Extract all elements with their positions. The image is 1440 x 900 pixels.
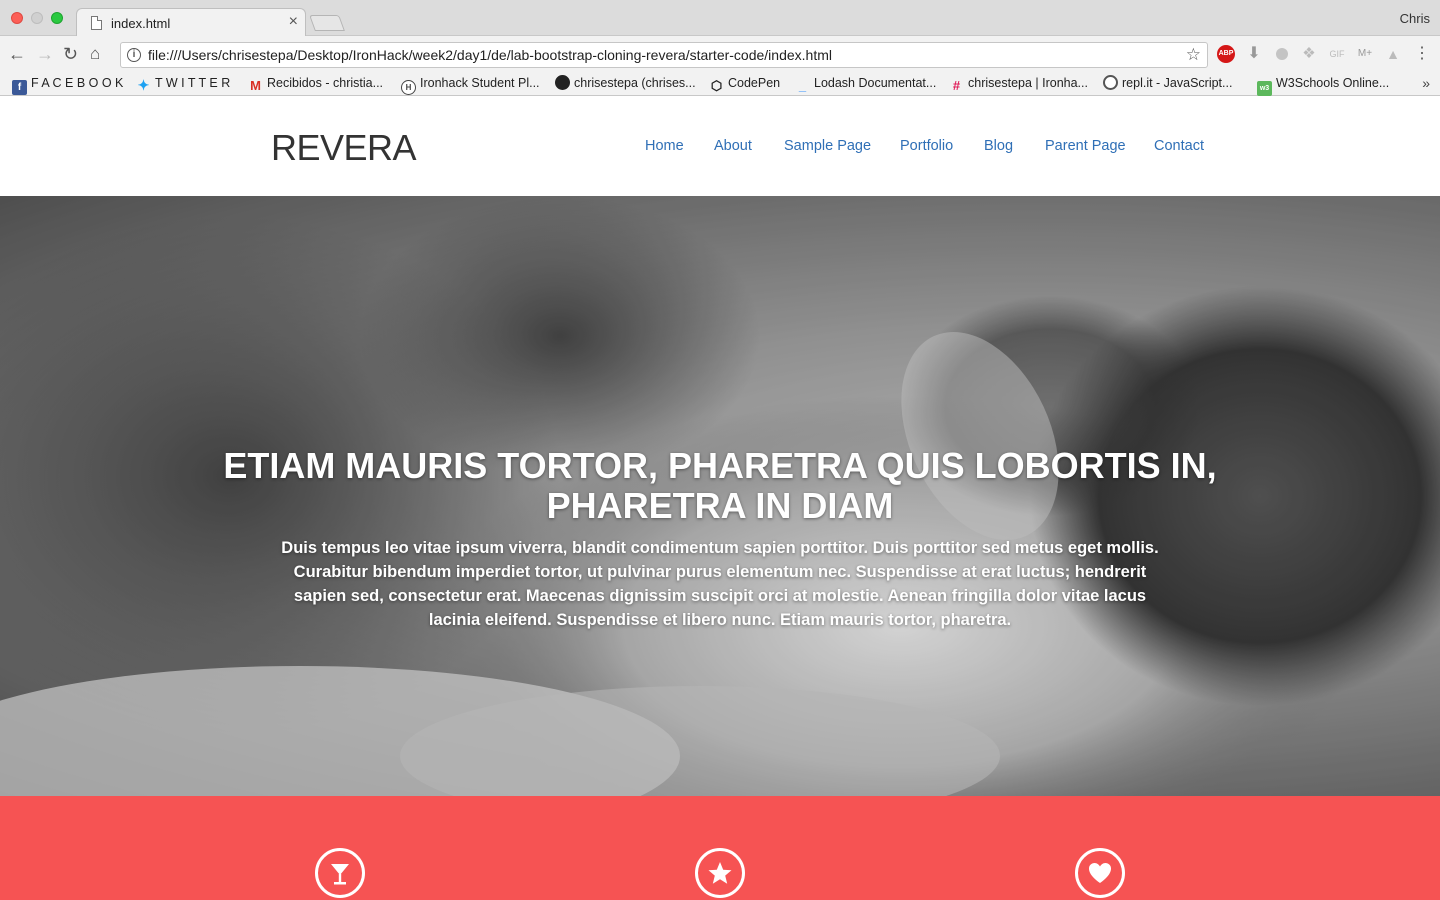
nav-link-about[interactable]: About [714,138,752,154]
bookmarks-bar: f F A C E B O O K ✦ T W I T T E R M Recibid… [0,72,1440,96]
star-icon [695,848,745,898]
bookmark-label: chrisestepa | Ironha... [968,76,1088,90]
bookmark-item[interactable]: H Ironhack Student Pl... [401,75,540,95]
new-tab-button[interactable] [309,15,345,31]
maximize-window-button[interactable] [51,12,63,24]
heart-icon [1075,848,1125,898]
nav-link-home[interactable]: Home [645,138,684,154]
main-navigation: Home About Sample Page Portfolio Blog Pa… [0,138,1440,158]
slack-icon: # [952,78,961,93]
address-bar[interactable]: i file:///Users/chrisestepa/Desktop/Iron… [120,42,1208,68]
nav-link-portfolio[interactable]: Portfolio [900,138,953,154]
close-window-button[interactable] [11,12,23,24]
browser-toolbar: ← → ↻ ⌂ i file:///Users/chrisestepa/Desk… [0,36,1440,72]
reload-icon[interactable]: ↻ [63,44,78,64]
back-arrow-icon[interactable]: ← [8,44,26,64]
tab-close-icon[interactable]: × [289,13,298,31]
extension-icon[interactable] [1273,45,1291,63]
bookmark-item[interactable]: chrisestepa (chrises... [555,75,696,91]
extension-icon[interactable]: M+ [1356,45,1374,63]
facebook-icon: f [12,80,27,95]
bookmark-label: Recibidos - christia... [267,76,384,90]
replit-icon [1103,75,1118,90]
bookmark-label: F A C E B O O K [31,76,124,90]
bookmarks-overflow-chevron[interactable]: » [1422,75,1430,91]
dropbox-icon[interactable]: ❖ [1300,45,1318,63]
drive-icon[interactable]: ▲ [1384,45,1402,63]
hero-section: ETIAM MAURIS TORTOR, PHARETRA QUIS LOBOR… [0,196,1440,796]
twitter-icon: ✦ [137,77,150,93]
bookmark-label: W3Schools Online... [1276,76,1390,90]
bookmark-item[interactable]: ✦ T W I T T E R [136,75,231,93]
github-icon [555,75,570,90]
home-icon[interactable]: ⌂ [90,44,100,64]
bookmark-item[interactable]: fF A C E B O O K [12,75,123,95]
download-icon[interactable]: ⬇ [1245,45,1263,63]
page-icon [91,16,102,30]
nav-link-blog[interactable]: Blog [984,138,1013,154]
bookmark-label: repl.it - JavaScript... [1122,76,1233,90]
forward-arrow-icon[interactable]: → [36,44,54,64]
tab-title: index.html [111,16,171,31]
bookmark-item[interactable]: _ Lodash Documentat... [795,75,936,93]
browser-tab[interactable]: index.html × [76,8,306,37]
nav-link-contact[interactable]: Contact [1154,138,1204,154]
address-url[interactable]: file:///Users/chrisestepa/Desktop/IronHa… [148,47,832,63]
info-icon[interactable]: i [127,48,141,62]
nav-link-parent-page[interactable]: Parent Page [1045,138,1126,154]
bookmark-star-icon[interactable]: ☆ [1186,45,1201,65]
bookmark-item[interactable]: ⬡ CodePen [709,75,780,93]
extension-icon[interactable]: GIF [1328,45,1346,63]
bookmark-item[interactable]: # chrisestepa | Ironha... [949,75,1088,93]
bookmark-label: T W I T T E R [155,76,231,90]
codepen-icon: ⬡ [710,78,723,93]
bookmark-label: CodePen [728,76,781,90]
nav-link-sample-page[interactable]: Sample Page [784,138,871,154]
site-header: REVERA Home About Sample Page Portfolio … [0,97,1440,196]
adblock-icon[interactable]: ABP [1217,45,1235,63]
minimize-window-button[interactable] [31,12,43,24]
cocktail-icon [315,848,365,898]
lodash-icon: _ [798,78,807,93]
bookmark-label: Ironhack Student Pl... [420,76,540,90]
bookmark-item[interactable]: repl.it - JavaScript... [1103,75,1232,91]
ironhack-icon: H [401,80,416,95]
hero-text: Duis tempus leo vitae ipsum viverra, bla… [281,539,1159,629]
profile-name[interactable]: Chris [1400,11,1430,26]
gmail-icon: M [250,78,261,93]
bookmark-item[interactable]: w3 W3Schools Online... [1257,75,1389,96]
bookmark-item[interactable]: M Recibidos - christia... [248,75,383,93]
browser-tabstrip: index.html × Chris [0,0,1440,37]
bookmark-label: Lodash Documentat... [814,76,937,90]
w3schools-icon: w3 [1257,81,1272,96]
features-section [0,796,1440,900]
bookmark-label: chrisestepa (chrises... [574,76,696,90]
browser-menu-icon[interactable]: ⋮ [1413,45,1431,63]
hero-title: ETIAM MAURIS TORTOR, PHARETRA QUIS LOBOR… [223,445,1217,526]
